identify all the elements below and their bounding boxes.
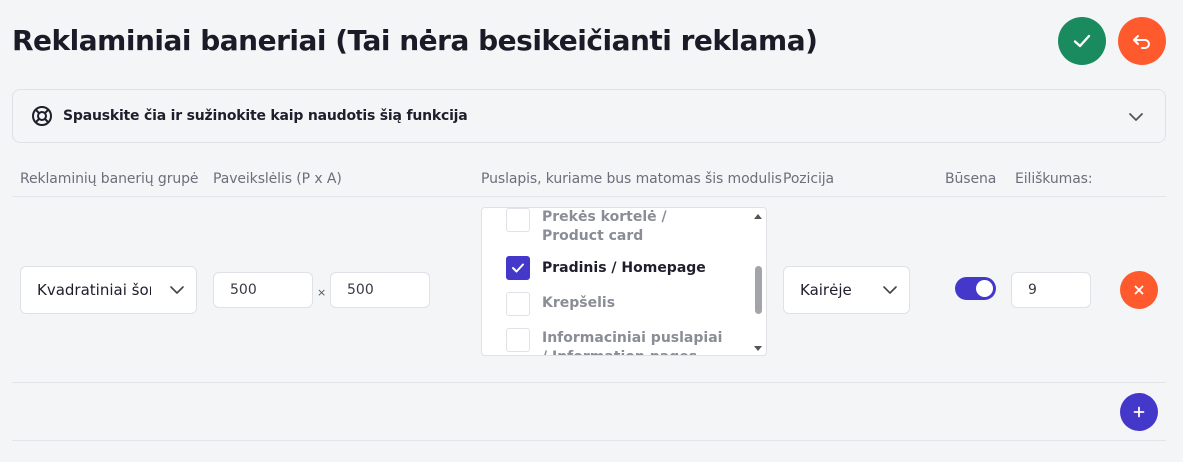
delete-row-button[interactable]: [1120, 271, 1158, 309]
width-input[interactable]: 500: [213, 272, 313, 308]
header-group: Reklaminių banerių grupė: [20, 171, 199, 187]
checkbox[interactable]: [506, 292, 530, 316]
help-text: Spauskite čia ir sužinokite kaip naudoti…: [63, 108, 468, 124]
check-icon: [1073, 34, 1091, 48]
scrollbar[interactable]: [752, 212, 764, 353]
plus-icon: [1133, 406, 1145, 418]
chevron-down-icon: [1129, 113, 1143, 121]
scroll-down-icon: [754, 346, 762, 351]
header-order: Eiliškumas:: [1015, 171, 1093, 187]
chevron-down-icon: [170, 286, 184, 294]
divider: [12, 382, 1166, 383]
close-icon: [1134, 285, 1144, 295]
checkbox-label: Pradinis / Homepage: [542, 260, 706, 276]
divider: [12, 196, 1166, 197]
group-select-value: Kvadratiniai šoni: [37, 281, 151, 299]
list-item[interactable]: Prekės kortelė / Product card: [506, 208, 732, 246]
chevron-down-icon: [883, 286, 897, 294]
dimension-separator: ×: [317, 286, 327, 299]
lifebuoy-icon: [32, 106, 52, 126]
height-input[interactable]: 500: [330, 272, 430, 308]
save-button[interactable]: [1058, 17, 1106, 65]
header-position: Pozicija: [783, 171, 835, 187]
checkbox-label: Prekės kortelė / Product card: [542, 209, 667, 244]
position-select[interactable]: Kairėje: [783, 266, 910, 314]
page-checkbox-list[interactable]: Prekės kortelė / Product card Pradinis /…: [481, 207, 767, 356]
list-item[interactable]: Informaciniai puslapiai / Information pa…: [506, 328, 732, 355]
toggle-knob: [976, 280, 993, 297]
checkbox[interactable]: [506, 328, 530, 352]
divider: [12, 440, 1166, 441]
header-image: Paveikslėlis (P x A): [213, 171, 342, 187]
list-item[interactable]: Pradinis / Homepage: [506, 256, 732, 280]
checkbox-checked[interactable]: [506, 256, 530, 280]
scrollbar-thumb[interactable]: [755, 266, 762, 314]
undo-arrow-icon: [1133, 35, 1150, 49]
add-row-button[interactable]: [1120, 393, 1158, 431]
status-toggle[interactable]: [955, 277, 996, 300]
checkbox[interactable]: [506, 208, 530, 232]
order-input[interactable]: 9: [1011, 272, 1091, 308]
group-select[interactable]: Kvadratiniai šoni: [20, 266, 197, 314]
back-button[interactable]: [1118, 17, 1166, 65]
list-item[interactable]: Krepšelis: [506, 292, 732, 316]
header-page: Puslapis, kuriame bus matomas šis moduli…: [481, 171, 782, 187]
checkbox-label: Krepšelis: [542, 295, 616, 311]
header-status: Būsena: [945, 171, 997, 187]
help-accordion[interactable]: Spauskite čia ir sužinokite kaip naudoti…: [12, 89, 1166, 143]
page-title: Reklaminiai baneriai (Tai nėra besikeiči…: [12, 24, 818, 57]
position-select-value: Kairėje: [800, 281, 852, 299]
scroll-up-icon: [754, 214, 762, 219]
check-icon: [512, 263, 524, 273]
checkbox-label: Informaciniai puslapiai / Information pa…: [542, 330, 723, 355]
